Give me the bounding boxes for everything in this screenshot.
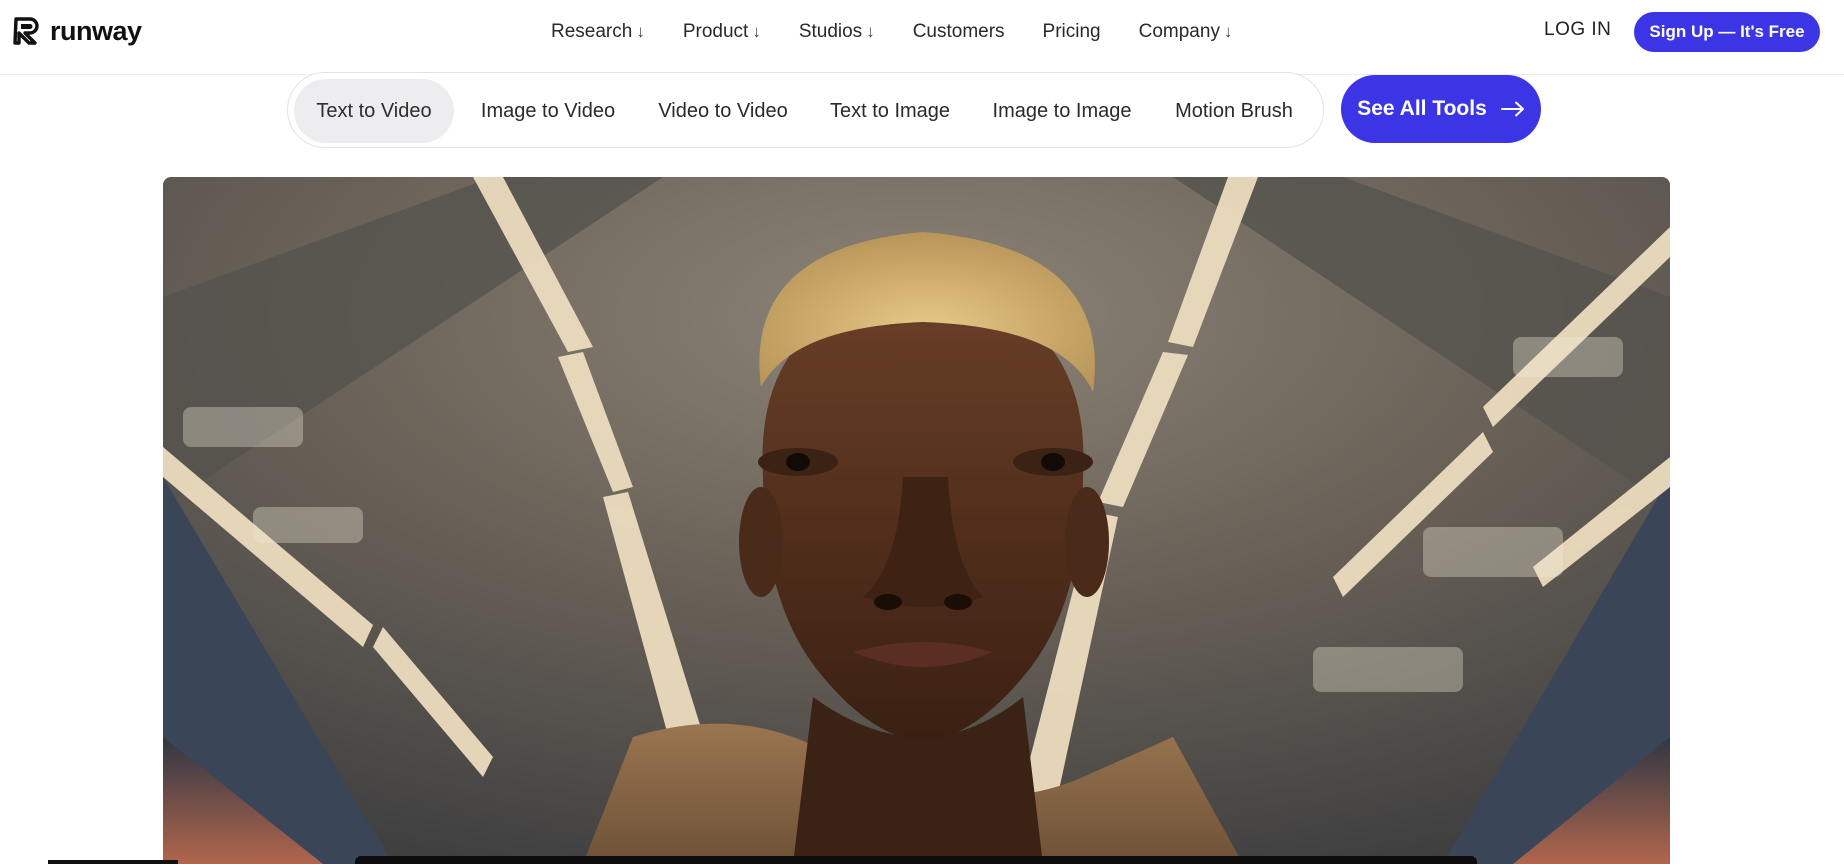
scroll-indicator [48,860,178,864]
tab-image-to-image[interactable]: Image to Image [976,79,1148,143]
nav-research-label: Research [551,21,633,42]
nav-customers[interactable]: Customers [913,21,1005,43]
runway-logo-icon [13,17,39,45]
arrow-down-icon: ↓ [1223,22,1233,41]
main-nav: Research ↓ Product ↓ Studios ↓ Customers… [551,19,1270,45]
runway-logo[interactable]: runway [12,14,142,48]
tab-text-to-video[interactable]: Text to Video [294,79,454,143]
arrow-right-icon [1500,101,1524,117]
nav-pricing[interactable]: Pricing [1043,21,1101,43]
arrow-down-icon: ↓ [752,22,761,41]
top-navbar: runway Research ↓ Product ↓ Studios ↓ Cu… [0,0,1844,75]
nav-product-label: Product [682,21,749,42]
hero-video-frame [163,177,1670,864]
tab-motion-brush[interactable]: Motion Brush [1154,79,1314,143]
see-all-tools-button[interactable]: See All Tools [1341,75,1541,143]
nav-product[interactable]: Product ↓ [683,21,761,43]
nav-pricing-label: Pricing [1042,21,1101,42]
nav-research[interactable]: Research ↓ [551,21,645,43]
nav-company[interactable]: Company ↓ [1139,21,1233,43]
tab-text-to-image[interactable]: Text to Image [812,79,968,143]
see-all-tools-label: See All Tools [1357,97,1487,120]
tab-video-to-video[interactable]: Video to Video [640,79,806,143]
nav-studios[interactable]: Studios ↓ [799,21,875,43]
video-controls-bar[interactable] [355,856,1477,864]
signup-button[interactable]: Sign Up — It's Free [1634,12,1820,52]
arrow-down-icon: ↓ [866,22,875,41]
login-link[interactable]: LOG IN [1544,19,1611,41]
nav-customers-label: Customers [912,21,1005,42]
arrow-down-icon: ↓ [636,22,645,41]
nav-company-label: Company [1138,21,1220,42]
logo-text: runway [50,15,142,46]
nav-studios-label: Studios [798,21,863,42]
tab-image-to-video[interactable]: Image to Video [462,79,634,143]
tools-tabbar: Text to Video Image to Video Video to Vi… [287,72,1324,148]
hero-video[interactable] [163,177,1670,864]
